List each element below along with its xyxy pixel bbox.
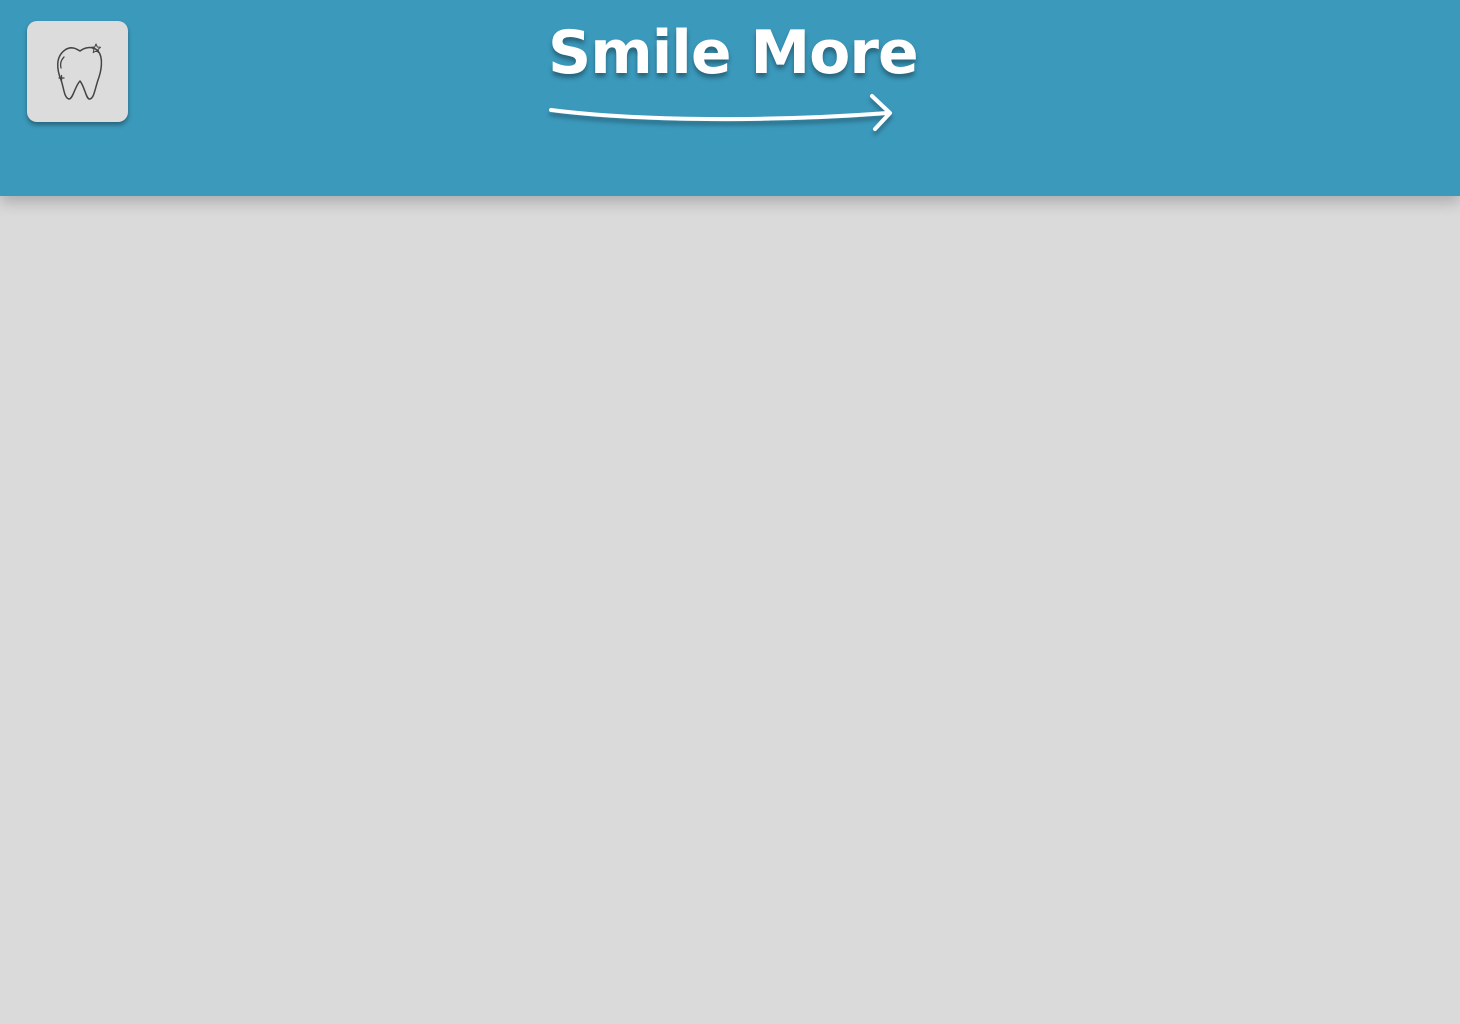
app-window: Smile More [0, 0, 1460, 1024]
tooth-icon [50, 43, 106, 101]
main-content-area [0, 196, 1460, 1024]
top-header: Smile More [0, 0, 1460, 196]
brand-title: Smile More [548, 18, 919, 88]
home-logo-button[interactable] [27, 21, 128, 122]
brand-logo[interactable]: Smile More [548, 17, 919, 137]
arrow-right-icon [549, 94, 892, 131]
